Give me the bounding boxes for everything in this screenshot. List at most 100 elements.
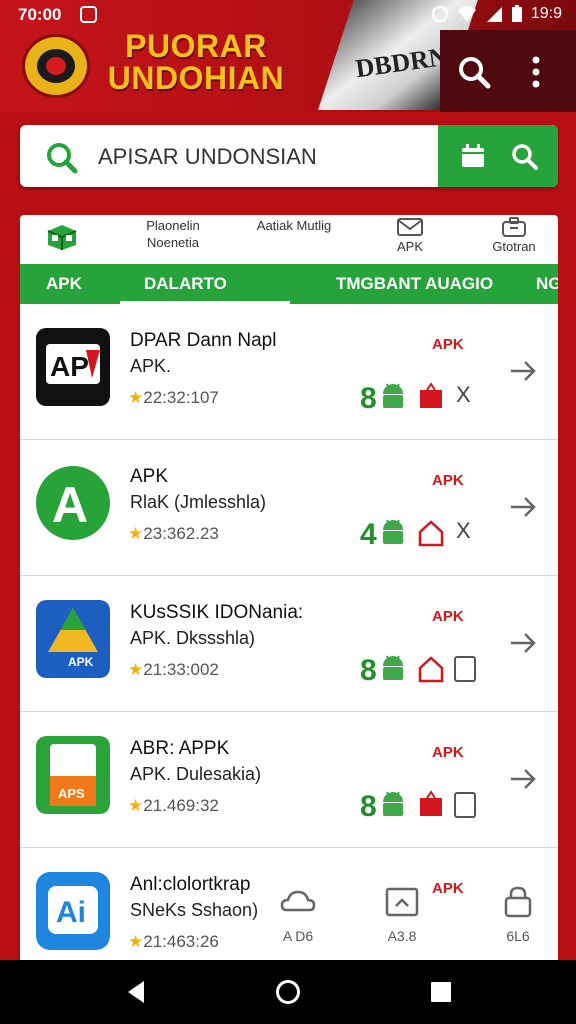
banner-text: DBDRN (353, 41, 450, 84)
battery-icon (511, 5, 522, 22)
tool-label: A D6 (282, 928, 314, 944)
star-icon: ★ (128, 388, 144, 407)
star-icon: ★ (128, 524, 144, 543)
star-icon: ★ (128, 796, 144, 815)
star-icon: ★ (128, 932, 144, 951)
home-icon[interactable] (418, 654, 444, 684)
app-subtitle: APK. (130, 356, 172, 376)
status-clock: 19:9 (530, 5, 562, 22)
calendar-icon[interactable] (460, 143, 486, 169)
dismiss-icon[interactable]: X (456, 382, 471, 408)
search-icon (47, 143, 78, 174)
category-item[interactable]: Plaonelin Noenetia (120, 217, 226, 251)
svg-text:A: A (52, 477, 88, 533)
app-subtitle: APK. Dulesakia) (130, 764, 262, 784)
search-bar: APISAR UNDONSIAN (20, 125, 558, 187)
tab-apk[interactable]: APK (46, 274, 82, 294)
wifi-icon (457, 6, 476, 22)
app-icon-drive: APK (36, 600, 110, 678)
recent-apps-icon[interactable] (427, 978, 455, 1006)
search-input[interactable]: APISAR UNDONSIAN (98, 144, 317, 170)
app-icon-ai: Ai (36, 872, 110, 950)
app-title: APK (130, 466, 169, 487)
lock-icon (504, 886, 532, 918)
share-icon[interactable] (418, 382, 444, 412)
rating-value: 21:33:002 (143, 660, 219, 679)
category-row: Plaonelin Noenetia Aatiak Mutlig APK Gto… (20, 215, 558, 265)
list-item[interactable]: Ai Anl:clolortkrap SNeKs Sshaon) ★21:463… (20, 848, 558, 960)
app-icon-ap: AP (36, 328, 110, 406)
status-icons: 19:9 (431, 5, 562, 23)
star-icon: ★ (128, 660, 144, 679)
tool-item[interactable]: A3.8 (372, 886, 432, 944)
download-count: 4 (360, 518, 377, 551)
cloud-icon (280, 890, 316, 912)
android-icon (383, 519, 403, 544)
more-options-icon[interactable] (516, 52, 556, 92)
android-icon (383, 655, 403, 680)
app-title: ABR: APPK (130, 738, 230, 759)
app-list: AP DPAR Dann Napl APK. ★22:32:107 APK 8 … (20, 304, 558, 960)
list-item[interactable]: AP DPAR Dann Napl APK. ★22:32:107 APK 8 … (20, 304, 558, 440)
android-icon (383, 383, 403, 408)
arrow-right-icon[interactable] (508, 764, 538, 794)
checkbox[interactable] (454, 656, 476, 682)
list-item[interactable]: APK KUsSSIK IDONania: APK. Dkssshla) ★21… (20, 576, 558, 712)
arrow-right-icon[interactable] (508, 628, 538, 658)
app-subtitle: APK. Dkssshla) (130, 628, 256, 648)
list-item[interactable]: APS ABR: APPK APK. Dulesakia) ★21.469:32… (20, 712, 558, 848)
app-subtitle: SNeKs Sshaon) (130, 900, 259, 920)
app-subtitle: RlaK (Jmlesshla) (130, 492, 267, 512)
apk-badge: APK (432, 744, 464, 761)
app-title: Anl:clolortkrap (130, 874, 251, 895)
android-icon (383, 791, 403, 816)
sync-icon (431, 5, 449, 23)
share-icon[interactable] (418, 790, 444, 820)
tab-selected[interactable]: DALARTO (144, 274, 227, 294)
tool-item[interactable]: 6L6 (488, 886, 548, 944)
download-count: 8 (360, 790, 377, 823)
rating-value: 22:32:107 (143, 388, 219, 407)
svg-text:Ai: Ai (56, 896, 86, 929)
app-title: PUORAR UNDOHIAN (107, 28, 285, 96)
mail-icon (397, 218, 423, 236)
category-label: Aatiak Mutlig (256, 218, 332, 233)
arrow-right-icon[interactable] (508, 492, 538, 522)
tab-fourth[interactable]: NG (536, 274, 558, 294)
app-rating: ★22:32:107 (128, 388, 219, 408)
apk-badge: APK (432, 472, 464, 489)
search-submit-icon[interactable] (510, 142, 538, 170)
checkbox[interactable] (454, 792, 476, 818)
briefcase-icon (502, 217, 526, 237)
app-rating: ★23:362.23 (128, 524, 219, 544)
apk-package-icon[interactable] (44, 221, 80, 251)
header-search-icon[interactable] (454, 52, 494, 92)
app-title: DPAR Dann Napl (130, 330, 277, 351)
category-item[interactable]: Aatiak Mutlig (252, 217, 336, 234)
home-nav-icon[interactable] (274, 978, 302, 1006)
svg-text:APK: APK (68, 655, 94, 669)
rating-value: 23:362.23 (143, 524, 219, 543)
svg-text:APS: APS (58, 786, 85, 801)
app-icon-abr: APS (36, 736, 110, 814)
tool-item[interactable]: A D6 (268, 886, 328, 944)
tool-label: 6L6 (506, 928, 530, 944)
dismiss-icon[interactable]: X (456, 518, 471, 544)
list-item[interactable]: A APK RlaK (Jmlesshla) ★23:362.23 APK 4 … (20, 440, 558, 576)
category-item[interactable]: APK (382, 217, 438, 255)
notification-icon (80, 6, 97, 23)
back-icon[interactable] (122, 978, 150, 1006)
app-rating: ★21:463:26 (128, 932, 219, 952)
download-count: 8 (360, 654, 377, 687)
category-label: Gtotran (492, 239, 536, 254)
app-icon-a: A (36, 464, 110, 542)
tab-bar: APK DALARTO TMGBANT AUAGIO NG (20, 264, 558, 304)
tab-third[interactable]: TMGBANT AUAGIO (336, 274, 493, 294)
rating-value: 21:463:26 (143, 932, 219, 951)
home-icon[interactable] (418, 518, 444, 548)
arrow-right-icon[interactable] (508, 356, 538, 386)
status-bar: 70:00 19:9 (0, 0, 576, 30)
category-label: APK (396, 239, 423, 254)
search-actions (438, 125, 558, 187)
category-item[interactable]: Gtotran (482, 217, 546, 255)
